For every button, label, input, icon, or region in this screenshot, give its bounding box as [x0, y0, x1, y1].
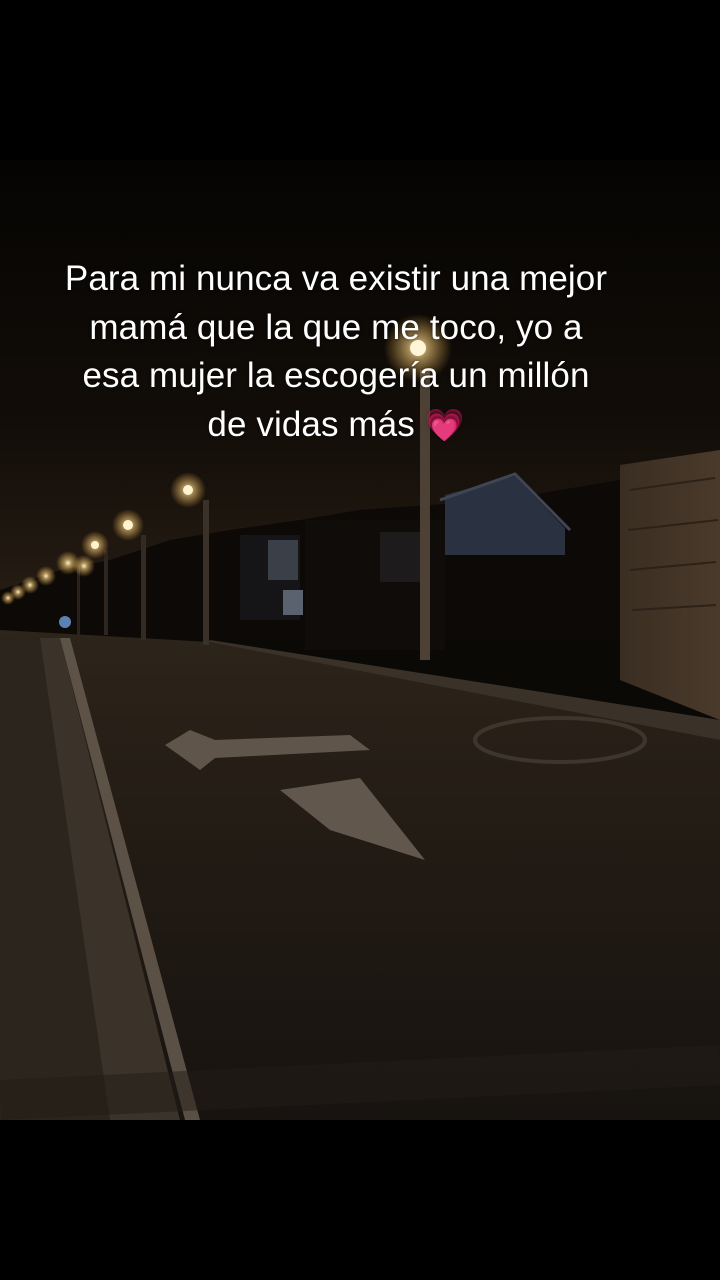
- pink-heart-icon: 💗: [424, 405, 465, 444]
- caption-body: Para mi nunca va existir una mejor mamá …: [64, 259, 608, 444]
- caption-text: Para mi nunca va existir una mejor mamá …: [60, 255, 612, 449]
